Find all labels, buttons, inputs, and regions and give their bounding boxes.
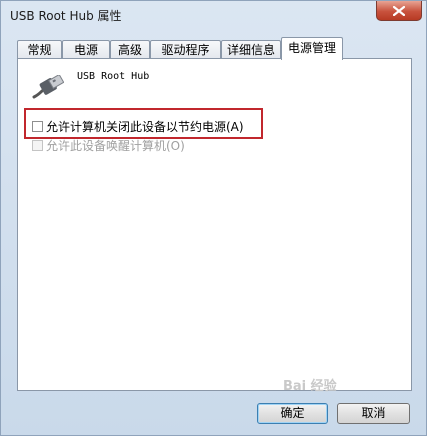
properties-dialog: USB Root Hub 属性 常规 电源 高级 驱动程序 详细信息 电源管理 …: [0, 0, 427, 436]
allow-wake-label: 允许此设备唤醒计算机(O): [46, 139, 185, 153]
tab-strip: 常规 电源 高级 驱动程序 详细信息 电源管理: [17, 37, 417, 60]
tab-advanced[interactable]: 高级: [110, 40, 150, 59]
tab-general[interactable]: 常规: [17, 40, 62, 59]
allow-wake-option: 允许此设备唤醒计算机(O): [32, 137, 185, 154]
device-name: USB Root Hub: [77, 71, 150, 82]
watermark: Bai 经验: [283, 379, 337, 394]
cancel-button[interactable]: 取消: [337, 403, 410, 424]
ok-button[interactable]: 确定: [257, 403, 328, 424]
close-button[interactable]: [376, 1, 422, 21]
window-title: USB Root Hub 属性: [10, 9, 122, 23]
close-icon: [393, 5, 405, 16]
tab-power[interactable]: 电源: [62, 40, 110, 59]
tab-power-management[interactable]: 电源管理: [281, 37, 343, 60]
annotation-highlight-box: [24, 108, 263, 139]
tab-driver[interactable]: 驱动程序: [150, 40, 221, 59]
title-bar[interactable]: USB Root Hub 属性: [1, 1, 426, 29]
usb-connector-icon: [32, 75, 64, 99]
allow-wake-checkbox: [32, 140, 43, 151]
tab-details[interactable]: 详细信息: [221, 40, 281, 59]
